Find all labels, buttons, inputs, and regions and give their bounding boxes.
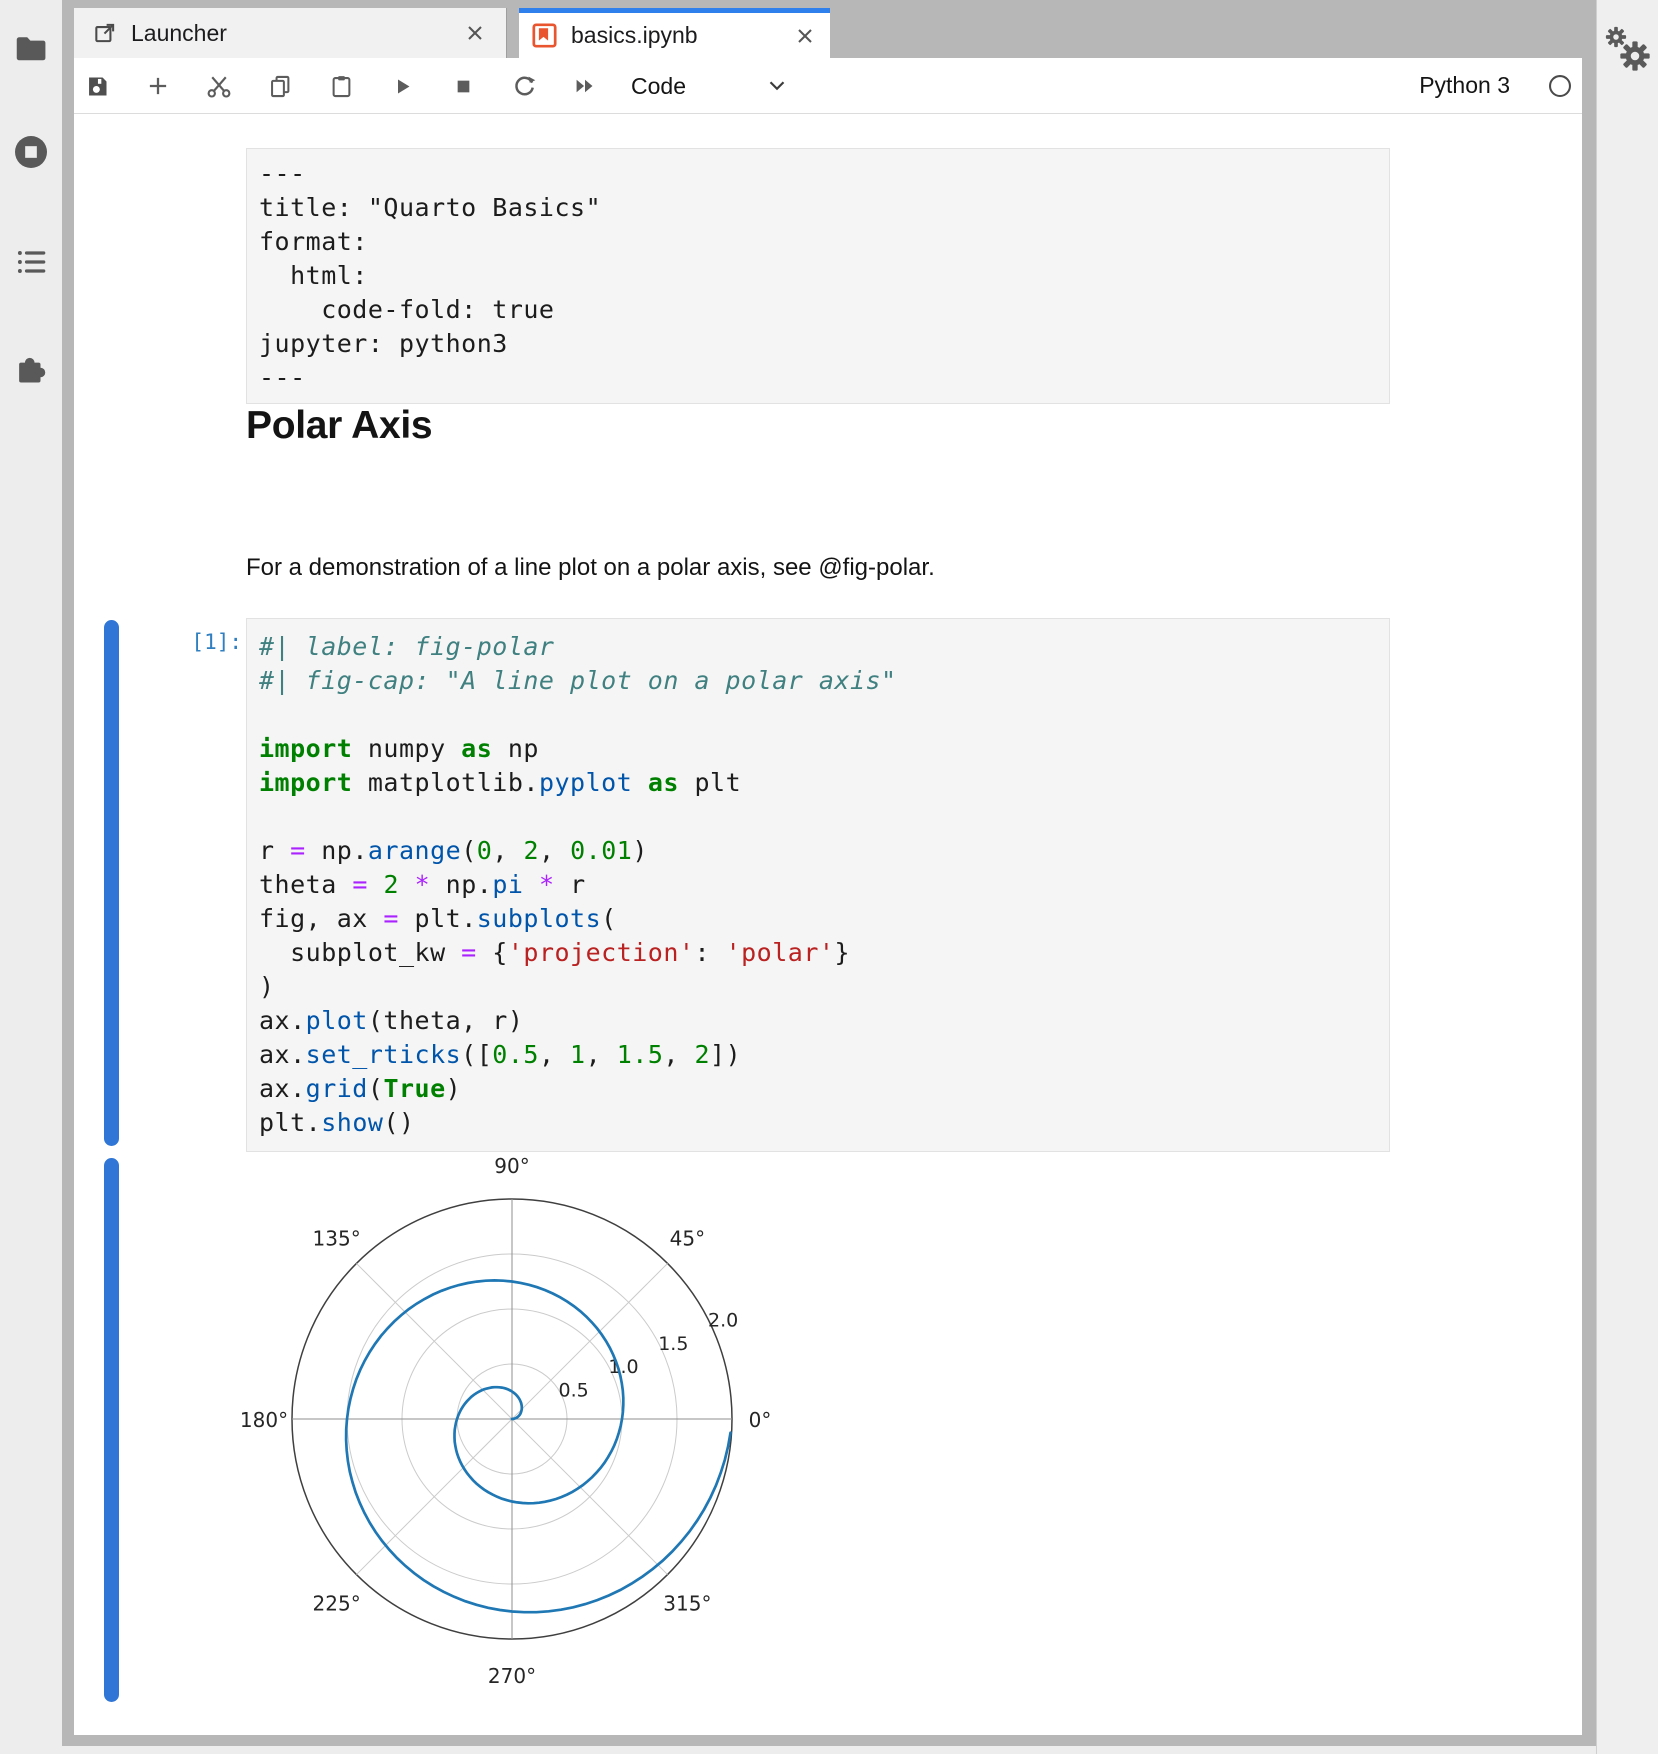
tab-notebook[interactable]: basics.ipynb [519, 8, 830, 58]
settings-gear-large-icon[interactable] [1619, 40, 1651, 72]
sidebar-item-extensions[interactable] [12, 350, 50, 388]
polar-plot-output: 0° 45° 90° 135° 180° 225° 270° 315° 0.5 1.0 1.5 2.0 [204, 1148, 844, 1734]
refresh-icon [511, 73, 538, 100]
svg-text:0°: 0° [749, 1408, 772, 1432]
interrupt-kernel-button[interactable] [446, 69, 480, 103]
restart-kernel-button[interactable] [507, 69, 541, 103]
svg-text:1.5: 1.5 [658, 1333, 688, 1355]
stop-circle-icon [11, 132, 51, 172]
tab-bar: Launcher basics.ipynb [74, 8, 1582, 58]
svg-text:315°: 315° [663, 1591, 711, 1615]
svg-text:135°: 135° [313, 1227, 361, 1251]
cut-cells-button[interactable] [202, 69, 236, 103]
folder-icon [12, 30, 50, 68]
code-cell-editor[interactable]: #| label: fig-polar#| fig-cap: "A line p… [246, 618, 1390, 1152]
tab-launcher[interactable]: Launcher [74, 8, 507, 58]
puzzle-icon [12, 350, 50, 388]
cell-type-dropdown[interactable]: Code [631, 58, 686, 114]
plus-icon [145, 73, 171, 99]
sidebar-item-file-browser[interactable] [12, 30, 50, 68]
svg-text:270°: 270° [488, 1664, 536, 1688]
input-collapser[interactable] [104, 620, 119, 1146]
svg-text:0.5: 0.5 [559, 1379, 589, 1401]
markdown-heading[interactable]: Polar Axis [246, 404, 432, 448]
save-icon [84, 73, 111, 100]
kernel-name[interactable]: Python 3 [1334, 58, 1510, 113]
kernel-status-icon[interactable] [1547, 73, 1573, 99]
sidebar-item-running-sessions[interactable] [12, 133, 50, 171]
fast-forward-icon [571, 72, 599, 100]
paste-cells-button[interactable] [324, 69, 358, 103]
copy-icon [267, 73, 294, 100]
jupyterlab-window: Launcher basics.ipynb [74, 8, 1582, 1735]
execution-count-prompt: [1]: [114, 630, 242, 654]
svg-text:45°: 45° [670, 1227, 705, 1251]
close-icon[interactable] [462, 20, 488, 46]
svg-text:180°: 180° [240, 1408, 288, 1432]
save-button[interactable] [80, 69, 114, 103]
svg-text:1.0: 1.0 [608, 1356, 638, 1378]
insert-cell-button[interactable] [141, 69, 175, 103]
output-collapser[interactable] [104, 1158, 119, 1702]
raw-cell[interactable]: --- title: "Quarto Basics" format: html:… [246, 148, 1390, 404]
sidebar-item-table-of-contents[interactable] [12, 243, 50, 281]
close-icon[interactable] [792, 23, 818, 49]
play-icon [389, 73, 416, 100]
tab-label: Launcher [131, 20, 227, 47]
cell-type-value: Code [631, 73, 686, 100]
chevron-down-icon[interactable] [764, 75, 790, 97]
run-all-cells-button[interactable] [568, 69, 602, 103]
activity-bar [0, 0, 62, 1754]
browser-side-panel [1596, 0, 1658, 1754]
stop-icon [450, 73, 477, 100]
launcher-icon [92, 20, 118, 46]
svg-text:2.0: 2.0 [708, 1310, 738, 1332]
svg-text:225°: 225° [313, 1591, 361, 1615]
list-icon [13, 244, 49, 280]
clipboard-icon [328, 73, 355, 100]
scissors-icon [205, 72, 233, 100]
notebook-icon [531, 22, 558, 49]
notebook-toolbar: Code Python 3 [74, 58, 1582, 114]
markdown-paragraph[interactable]: For a demonstration of a line plot on a … [246, 554, 935, 582]
run-cell-button[interactable] [385, 69, 419, 103]
copy-cells-button[interactable] [263, 69, 297, 103]
svg-text:90°: 90° [494, 1154, 529, 1178]
tab-label: basics.ipynb [571, 22, 698, 49]
